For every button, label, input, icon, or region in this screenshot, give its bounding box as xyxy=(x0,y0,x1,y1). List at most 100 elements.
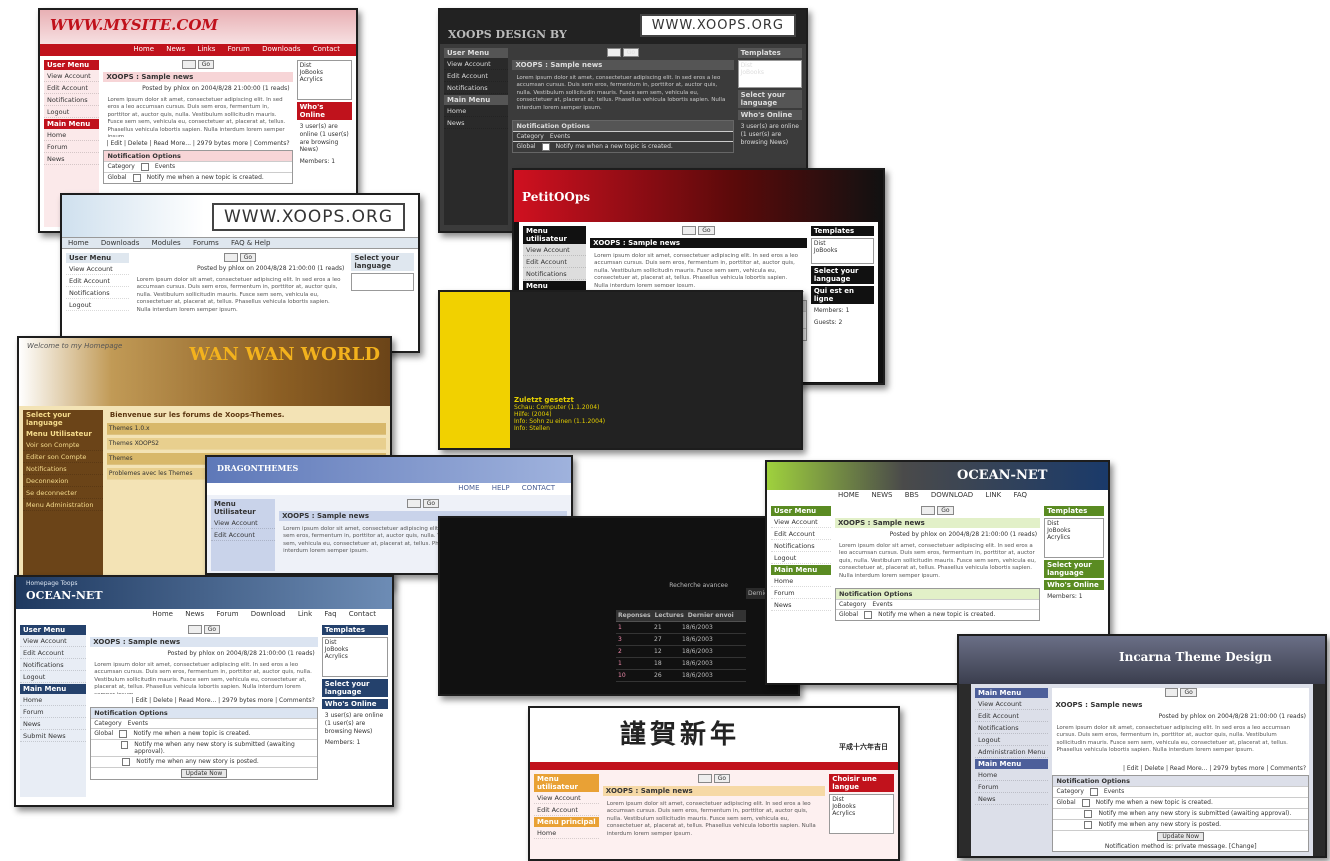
update-button[interactable]: Update Now xyxy=(180,769,228,778)
sidebar-item[interactable]: Voir son Compte xyxy=(23,440,103,451)
pager-select[interactable] xyxy=(921,506,936,515)
nav-link[interactable]: Downloads xyxy=(262,45,300,53)
sidebar-item[interactable]: View Account xyxy=(771,517,831,528)
sidebar-item[interactable]: Forum xyxy=(975,782,1049,793)
nav-link[interactable]: News xyxy=(166,45,185,53)
checkbox[interactable] xyxy=(1081,799,1090,807)
checkbox[interactable] xyxy=(541,143,550,151)
sidebar-item[interactable]: Notifications xyxy=(444,83,509,94)
sidebar-item[interactable]: Edit Account xyxy=(975,711,1049,722)
news-links[interactable]: | Edit | Delete | Read More... | 2979 by… xyxy=(103,140,292,147)
sidebar-item[interactable]: Notifications xyxy=(975,723,1049,734)
sidebar-item[interactable]: News xyxy=(20,719,87,730)
news-line[interactable]: Info: Stellen xyxy=(514,425,799,432)
nav-link[interactable]: DOWNLOAD xyxy=(931,491,973,499)
sidebar-item[interactable]: Home xyxy=(44,130,100,141)
sidebar-item[interactable]: Logout xyxy=(66,300,129,311)
sidebar-item[interactable]: Home xyxy=(534,828,599,839)
go-button[interactable]: Go xyxy=(622,48,640,57)
pager-select[interactable] xyxy=(223,253,238,262)
table-row[interactable]: 10 26 18/6/2003 xyxy=(616,670,746,682)
pager-select[interactable] xyxy=(606,48,621,57)
checkbox[interactable] xyxy=(132,174,141,182)
templates-select[interactable]: Dist JoBooks xyxy=(737,60,802,88)
sidebar-item[interactable]: News xyxy=(975,794,1049,805)
nav-link[interactable]: LINK xyxy=(985,491,1001,499)
sidebar-item[interactable]: News xyxy=(771,600,831,611)
sidebar-item[interactable]: Logout xyxy=(975,735,1049,746)
sidebar-item[interactable]: Submit News xyxy=(20,731,87,742)
news-line[interactable]: Schau: Computer (1.1.2004) xyxy=(514,404,799,411)
checkbox[interactable] xyxy=(1084,821,1093,829)
sidebar-item[interactable]: Notifications xyxy=(20,660,87,671)
checkbox[interactable] xyxy=(864,611,873,619)
language-select[interactable] xyxy=(351,273,414,291)
sidebar-item[interactable]: Edit Account xyxy=(66,276,129,287)
table-row[interactable]: 3 27 18/6/2003 xyxy=(616,634,746,646)
sidebar-item[interactable]: Edit Account xyxy=(44,83,100,94)
sidebar-item[interactable]: View Account xyxy=(523,245,587,256)
news-links[interactable]: | Edit | Delete | Read More... | 2979 by… xyxy=(1052,765,1309,772)
nav-link[interactable]: Downloads xyxy=(101,239,139,247)
news-line[interactable]: Hilfe: (2004) xyxy=(514,411,799,418)
templates-select[interactable]: Dist JoBooks Acrylics xyxy=(321,637,388,677)
pager-select[interactable] xyxy=(187,625,202,634)
sidebar-item[interactable]: Edit Account xyxy=(444,71,509,82)
sidebar-item[interactable]: News xyxy=(444,118,509,129)
forum-row[interactable]: Themes 1.0.x xyxy=(106,423,386,435)
sidebar-item[interactable]: Edit Account xyxy=(771,529,831,540)
sidebar-item[interactable]: View Account xyxy=(211,518,276,529)
nav-link[interactable]: CONTACT xyxy=(522,484,555,492)
sidebar-item[interactable]: Notifications xyxy=(44,95,100,106)
sidebar-item[interactable]: Notifications xyxy=(771,541,831,552)
checkbox[interactable] xyxy=(1084,810,1093,818)
nav-link[interactable]: Home xyxy=(152,610,173,618)
forum-row[interactable]: Themes XOOPS2 xyxy=(106,438,386,450)
news-line[interactable]: Info: Sohn zu einen (1.1.2004) xyxy=(514,418,799,425)
sidebar-item[interactable]: View Account xyxy=(44,71,100,82)
sidebar-item[interactable]: Notifications xyxy=(66,288,129,299)
pager-select[interactable] xyxy=(682,226,697,235)
sidebar-item[interactable]: Deconnexion xyxy=(23,476,103,487)
sidebar-item[interactable]: Forum xyxy=(44,142,100,153)
update-button[interactable]: Update Now xyxy=(1157,832,1205,841)
templates-select[interactable]: Dist JoBooks Acrylics xyxy=(1044,518,1104,558)
sidebar-item[interactable]: Editer son Compte xyxy=(23,452,103,463)
sidebar-item[interactable]: Logout xyxy=(44,107,100,118)
pager-select[interactable] xyxy=(407,499,421,508)
nav-link[interactable]: NEWS xyxy=(871,491,892,499)
table-row[interactable]: 2 12 18/6/2003 xyxy=(616,646,746,658)
nav-link[interactable]: HOME xyxy=(838,491,859,499)
sidebar-item[interactable]: Edit Account xyxy=(211,530,276,541)
go-button[interactable]: Go xyxy=(422,499,440,508)
sidebar-item[interactable]: View Account xyxy=(444,59,509,70)
templates-select[interactable]: Dist JoBooks Acrylics xyxy=(296,60,352,100)
nav-link[interactable]: FAQ xyxy=(1013,491,1027,499)
nav-link[interactable]: Home xyxy=(68,239,89,247)
table-row[interactable]: 1 21 18/6/2003 xyxy=(616,622,746,634)
go-button[interactable]: Go xyxy=(698,226,715,235)
news-links[interactable]: | Edit | Delete | Read More... | 2979 by… xyxy=(90,697,318,704)
checkbox[interactable] xyxy=(122,758,131,766)
nav-link[interactable]: Home xyxy=(133,45,154,53)
sidebar-item[interactable]: View Account xyxy=(66,264,129,275)
nav-link[interactable]: News xyxy=(185,610,204,618)
checkbox[interactable] xyxy=(140,163,149,171)
sidebar-item[interactable]: Edit Account xyxy=(523,257,587,268)
sidebar-item[interactable]: Notifications xyxy=(23,464,103,475)
sidebar-item[interactable]: Logout xyxy=(20,672,87,683)
go-button[interactable]: Go xyxy=(1180,688,1197,697)
go-button[interactable]: Go xyxy=(937,506,954,515)
nav-link[interactable]: Download xyxy=(251,610,286,618)
nav-link[interactable]: Link xyxy=(298,610,312,618)
nav-link[interactable]: FAQ & Help xyxy=(231,239,270,247)
nav-link[interactable]: Modules xyxy=(152,239,181,247)
nav-link[interactable]: Links xyxy=(197,45,215,53)
sidebar-item[interactable]: Edit Account xyxy=(20,648,87,659)
sidebar-item[interactable]: Menu Administration xyxy=(23,500,103,511)
sidebar-item[interactable]: View Account xyxy=(20,636,87,647)
nav-link[interactable]: Forum xyxy=(228,45,250,53)
nav-link[interactable]: HOME xyxy=(458,484,479,492)
sidebar-item[interactable]: Home xyxy=(975,770,1049,781)
pager-select[interactable] xyxy=(697,774,712,783)
